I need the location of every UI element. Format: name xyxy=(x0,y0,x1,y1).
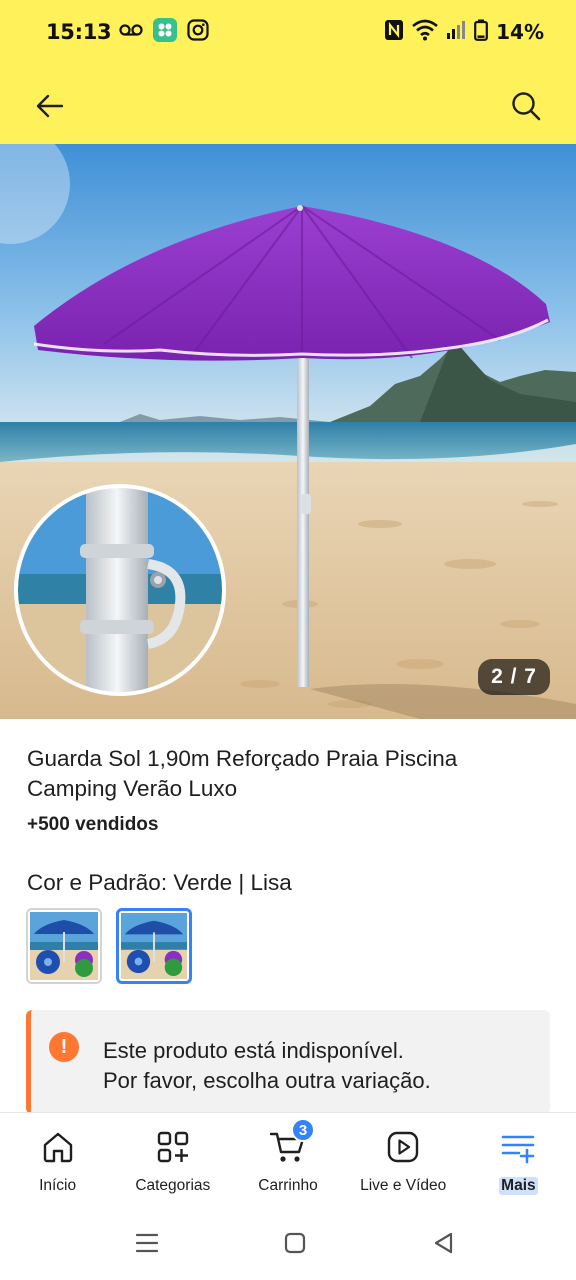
notice-line-2: Por favor, escolha outra variação. xyxy=(103,1068,431,1093)
nfc-icon xyxy=(384,19,404,46)
variation-thumbnails xyxy=(26,908,192,984)
nav-item-carrinho[interactable]: 3 Carrinho xyxy=(230,1113,345,1206)
battery-icon xyxy=(474,19,489,46)
wifi-icon xyxy=(412,19,438,46)
signal-icon xyxy=(446,20,466,45)
variation-label: Cor e Padrão: Verde | Lisa xyxy=(27,870,292,895)
search-icon xyxy=(512,92,541,121)
nav-item-mais[interactable]: Mais xyxy=(461,1113,576,1206)
product-image-gallery[interactable]: 2 / 7 xyxy=(0,144,576,719)
product-image xyxy=(0,144,576,719)
home-button[interactable] xyxy=(280,1228,310,1258)
top-app-bar xyxy=(0,64,576,144)
nav-item-categorias[interactable]: Categorias xyxy=(115,1113,230,1206)
image-counter: 2 / 7 xyxy=(478,659,550,695)
notice-line-1: Este produto está indisponível. xyxy=(103,1038,404,1063)
categories-icon xyxy=(153,1127,193,1167)
home-icon xyxy=(38,1127,78,1167)
unavailable-notice: ! Este produto está indisponível. Por fa… xyxy=(26,1010,550,1114)
variation-thumbnail-2[interactable] xyxy=(116,908,192,984)
nav-label-carrinho: Carrinho xyxy=(258,1177,318,1194)
play-icon xyxy=(383,1127,423,1167)
search-button[interactable] xyxy=(506,86,546,126)
menu-plus-icon xyxy=(498,1127,538,1167)
nav-item-live-video[interactable]: Live e Vídeo xyxy=(346,1113,461,1206)
warning-icon: ! xyxy=(49,1032,79,1062)
product-title: Guarda Sol 1,90m Reforçado Praia Piscina… xyxy=(27,746,458,801)
nav-label-mais: Mais xyxy=(499,1177,538,1195)
voicemail-icon xyxy=(119,23,143,42)
status-time: 15:13 xyxy=(46,20,112,44)
system-navigation-bar xyxy=(0,1206,576,1280)
battery-percentage: 14% xyxy=(496,20,544,44)
notice-text: Este produto está indisponível. Por favo… xyxy=(103,1036,431,1096)
recent-apps-icon xyxy=(135,1233,159,1253)
product-page: 15:13 14% 2 / 7 Guarda Sol 1,90m Reforça… xyxy=(0,0,576,1280)
nav-label-categorias: Categorias xyxy=(135,1177,211,1194)
variation-thumbnail-1[interactable] xyxy=(26,908,102,984)
home-square-icon xyxy=(284,1232,306,1254)
nav-label-inicio: Início xyxy=(39,1177,77,1194)
sold-count: +500 vendidos xyxy=(27,814,159,835)
nav-label-live-video: Live e Vídeo xyxy=(360,1177,447,1194)
status-system-icons: 14% xyxy=(384,19,544,46)
nav-item-inicio[interactable]: Início xyxy=(0,1113,115,1206)
arrow-left-icon xyxy=(36,94,64,118)
back-button[interactable] xyxy=(30,86,70,126)
instagram-icon xyxy=(187,18,209,46)
bottom-navigation: Início Categorias 3 Carrinho Live e Víde… xyxy=(0,1112,576,1206)
cart-count-badge: 3 xyxy=(291,1118,315,1142)
triangle-back-icon xyxy=(434,1232,453,1254)
app-grid-icon xyxy=(153,17,178,47)
variation-image xyxy=(30,912,98,980)
system-back-button[interactable] xyxy=(428,1228,458,1258)
variation-image xyxy=(121,913,187,979)
status-bar: 15:13 14% xyxy=(0,0,576,64)
recent-apps-button[interactable] xyxy=(132,1228,162,1258)
status-notification-icons xyxy=(119,17,209,47)
